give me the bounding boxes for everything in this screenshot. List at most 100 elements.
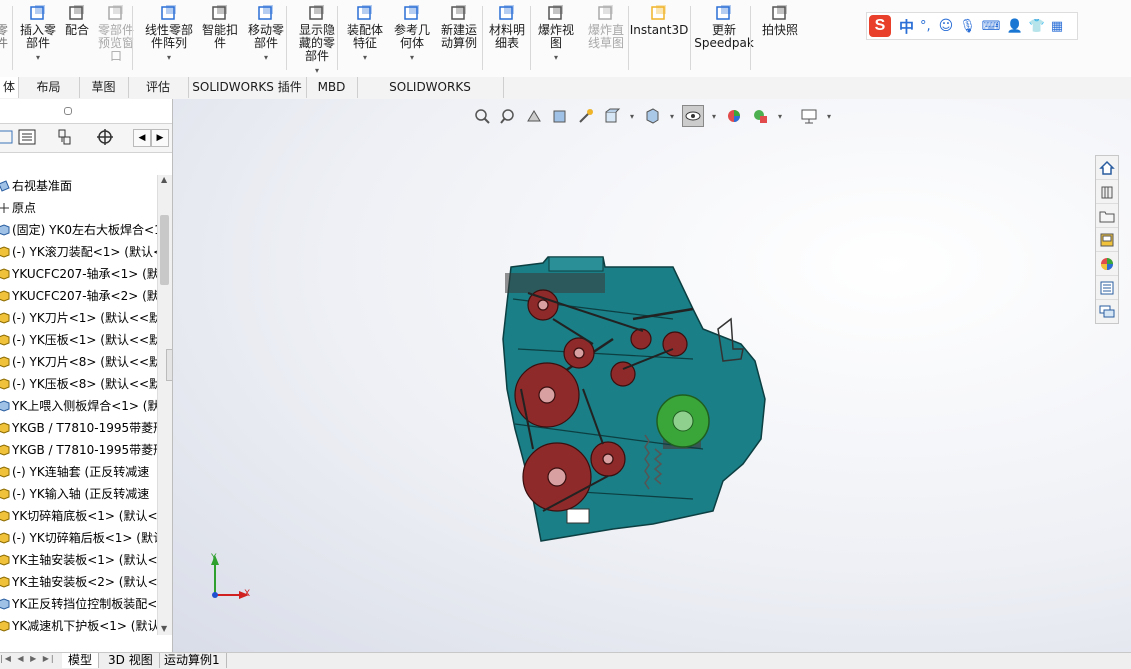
- tab-1[interactable]: 布局: [18, 77, 80, 98]
- dimxpert-tab[interactable]: [90, 126, 120, 148]
- view-settings-icon[interactable]: [799, 106, 819, 126]
- scroll-up-icon[interactable]: ▲: [161, 175, 167, 184]
- appearances-icon[interactable]: [1096, 252, 1118, 276]
- zoom-to-fit-icon[interactable]: [472, 106, 492, 126]
- apply-scene-icon[interactable]: [750, 106, 770, 126]
- grid-icon[interactable]: ▦: [1051, 19, 1063, 34]
- tree-item[interactable]: (-) YK滚刀装配<1> (默认<默认: [0, 241, 158, 263]
- maximize-icon[interactable]: ❐: [1066, 99, 1082, 100]
- property-manager-tab[interactable]: [12, 126, 42, 148]
- dropdown-caret-icon[interactable]: ▾: [410, 51, 414, 64]
- take-snapshot-button[interactable]: 拍快照: [758, 4, 802, 37]
- tab-0[interactable]: 体: [0, 77, 19, 98]
- dropdown-caret-icon[interactable]: ▾: [628, 106, 636, 126]
- tree-item[interactable]: YKUCFC207-轴承<2> (默认<: [0, 285, 158, 307]
- edit-appearance-icon[interactable]: [724, 106, 744, 126]
- dropdown-caret-icon[interactable]: ▾: [36, 51, 40, 64]
- component-preview-button[interactable]: 零部件 预览窗 口: [97, 4, 135, 63]
- instant3d-button[interactable]: Instant3D: [630, 4, 688, 37]
- emoji-icon[interactable]: ☺: [939, 18, 954, 34]
- previous-view-icon[interactable]: [524, 106, 544, 126]
- new-motion-study-button[interactable]: 新建运 动算例: [438, 4, 480, 50]
- tree-item[interactable]: YKUCFC207-轴承<1> (默认<: [0, 263, 158, 285]
- panel-collapse-handle[interactable]: [166, 349, 172, 381]
- tree-scrollbar[interactable]: ▲ ▼: [157, 175, 172, 635]
- scroll-down-icon[interactable]: ▼: [161, 624, 167, 633]
- dropdown-caret-icon[interactable]: ▾: [825, 106, 833, 126]
- display-style-icon[interactable]: [642, 106, 662, 126]
- keyboard-icon[interactable]: ⌨: [982, 19, 1001, 34]
- tree-item[interactable]: 右视基准面: [0, 175, 158, 197]
- tree-item[interactable]: YK减速机下护板<1> (默认: [0, 615, 158, 637]
- home-icon[interactable]: [1096, 156, 1118, 180]
- configuration-tab[interactable]: [50, 126, 80, 148]
- tree-item[interactable]: (-) YK切碎箱后板<1> (默认: [0, 527, 158, 549]
- zoom-to-area-icon[interactable]: [498, 106, 518, 126]
- tab-6[interactable]: SOLIDWORKS Inspection: [357, 77, 504, 115]
- dynamic-annotation-icon[interactable]: [576, 106, 596, 126]
- update-speedpak-button[interactable]: 更新 Speedpak: [694, 4, 754, 50]
- assembly-features-button[interactable]: 装配体 特征 ▾: [344, 4, 386, 64]
- tree-item[interactable]: YKGB / T7810-1995带菱形: [0, 417, 158, 439]
- tree-item[interactable]: (-) YK压板<8> (默认<<默认: [0, 373, 158, 395]
- smart-fasteners-button[interactable]: 智能扣 件: [200, 4, 240, 50]
- user-icon[interactable]: 👤: [1007, 19, 1023, 34]
- dropdown-caret-icon[interactable]: ▾: [668, 106, 676, 126]
- hide-show-items-icon[interactable]: [682, 105, 704, 127]
- tree-item[interactable]: YK主轴安装板<1> (默认<: [0, 549, 158, 571]
- tree-item[interactable]: (-) YK刀片<8> (默认<<默认: [0, 351, 158, 373]
- assembly-model[interactable]: [493, 249, 773, 549]
- minimize-icon[interactable]: –: [1042, 99, 1058, 100]
- tree-item[interactable]: 原点: [0, 197, 158, 219]
- dropdown-caret-icon[interactable]: ▾: [554, 51, 558, 64]
- tree-item[interactable]: (-) YK刀片<1> (默认<<默认: [0, 307, 158, 329]
- dropdown-caret-icon[interactable]: ▾: [363, 51, 367, 64]
- bottom-tab-0[interactable]: 模型: [62, 653, 100, 668]
- bottom-tab-2[interactable]: 运动算例1: [158, 653, 227, 668]
- tree-item[interactable]: (-) YK压板<1> (默认<<默认: [0, 329, 158, 351]
- move-component-button[interactable]: 移动零 部件 ▾: [246, 4, 286, 64]
- tree-item[interactable]: (固定) YK0左右大板焊合<1>: [0, 219, 158, 241]
- dropdown-caret-icon[interactable]: ▾: [710, 106, 718, 126]
- close-icon[interactable]: ✕: [1092, 99, 1108, 100]
- tab-5[interactable]: MBD: [306, 77, 358, 98]
- panel-scroll-left[interactable]: ◀: [133, 129, 151, 147]
- tab-nav-arrows[interactable]: |◀ ◀ ▶ ▶|: [0, 654, 60, 668]
- view-palette-icon[interactable]: [1096, 228, 1118, 252]
- scrollbar-thumb[interactable]: [160, 215, 169, 285]
- exploded-view-button[interactable]: 爆炸视 图 ▾: [535, 4, 577, 64]
- section-view-icon[interactable]: [550, 106, 570, 126]
- explode-line-sketch-button[interactable]: 爆炸直 线草图: [585, 4, 627, 50]
- panel-scroll-right[interactable]: ▶: [151, 129, 169, 147]
- tree-item[interactable]: YK上喂入侧板焊合<1> (默认: [0, 395, 158, 417]
- tree-item[interactable]: (-) YK输入轴 (正反转减速: [0, 483, 158, 505]
- dropdown-caret-icon[interactable]: ▾: [315, 64, 319, 77]
- microphone-icon[interactable]: 🎙: [959, 19, 976, 34]
- tree-item[interactable]: YK主轴安装板<2> (默认<: [0, 571, 158, 593]
- insert-components-button[interactable]: 插入零 部件 ▾: [18, 4, 58, 64]
- ime-logo[interactable]: S: [869, 15, 891, 37]
- forum-icon[interactable]: [1096, 300, 1118, 323]
- tab-3[interactable]: 评估: [128, 77, 189, 98]
- view-orientation-icon[interactable]: [602, 106, 622, 126]
- graphics-area[interactable]: ▾ ▾ ▾ ▾ ▾ ⇤ ⇥ – ❐ ✕: [173, 99, 1131, 652]
- mate-button[interactable]: 配合: [62, 4, 92, 37]
- file-explorer-icon[interactable]: [1096, 204, 1118, 228]
- design-library-icon[interactable]: [1096, 180, 1118, 204]
- tab-2[interactable]: 草图: [79, 77, 129, 98]
- dropdown-caret-icon[interactable]: ▾: [167, 51, 171, 64]
- tree-item[interactable]: YK正反转挡位控制板装配<: [0, 593, 158, 615]
- tree-item[interactable]: YK切碎箱底板<1> (默认<: [0, 505, 158, 527]
- bottom-tab-1[interactable]: 3D 视图: [102, 653, 160, 668]
- reference-geometry-button[interactable]: 参考几 何体 ▾: [392, 4, 432, 64]
- ime-punct[interactable]: °,: [920, 19, 931, 34]
- show-hidden-button[interactable]: 显示隐 藏的零 部件 ▾: [295, 4, 339, 77]
- restore-right-icon[interactable]: ⇥: [1016, 99, 1032, 100]
- cut-off-button[interactable]: 零 件: [0, 4, 10, 50]
- tab-4[interactable]: SOLIDWORKS 插件: [188, 77, 307, 98]
- panel-grip-icon[interactable]: [64, 107, 72, 115]
- restore-left-icon[interactable]: ⇤: [989, 99, 1005, 100]
- tree-item[interactable]: (-) YK连轴套 (正反转减速: [0, 461, 158, 483]
- shirt-icon[interactable]: 👕: [1029, 19, 1045, 34]
- linear-pattern-button[interactable]: 线性零部 件阵列 ▾: [142, 4, 196, 64]
